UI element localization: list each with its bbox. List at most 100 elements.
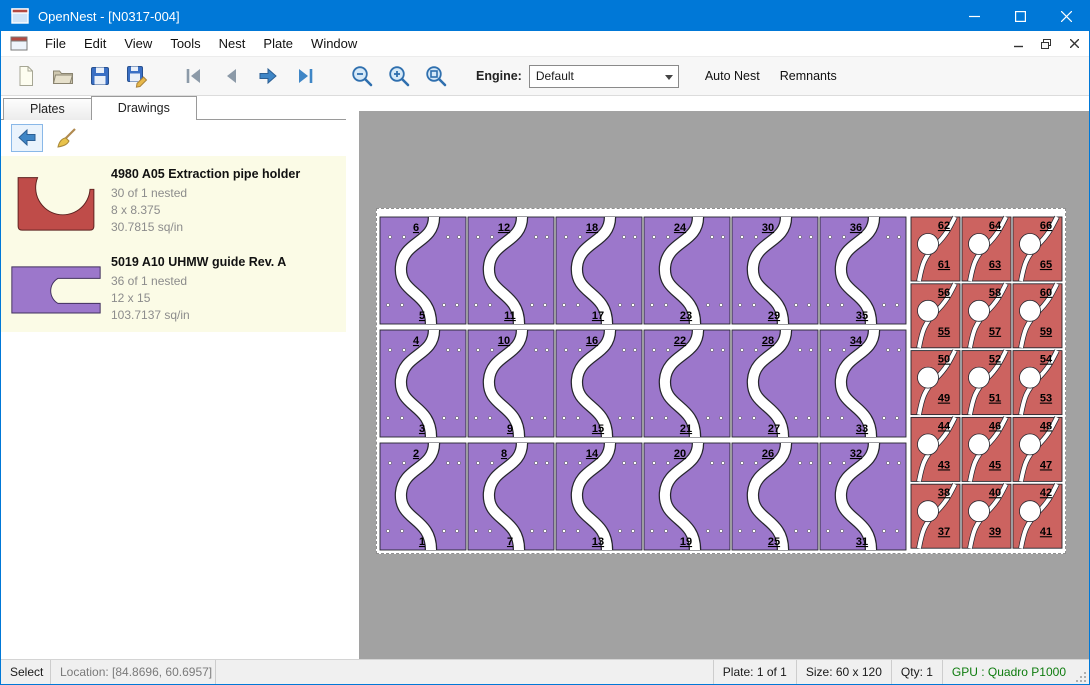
main-toolbar: Engine: Default Auto Nest Remnants [1, 57, 1089, 96]
svg-text:27: 27 [768, 423, 780, 435]
plate-svg[interactable]: 6512111817242330293635431091615222128273… [376, 208, 1066, 554]
menu-item-tools[interactable]: Tools [161, 31, 209, 57]
save-icon [88, 64, 112, 88]
last-plate-button[interactable] [288, 60, 322, 92]
remnants-button[interactable]: Remnants [770, 61, 847, 91]
svg-text:39: 39 [989, 526, 1001, 538]
panel-splitter[interactable] [346, 96, 359, 659]
menu-item-nest[interactable]: Nest [210, 31, 255, 57]
auto-nest-button[interactable]: Auto Nest [695, 61, 770, 91]
close-button[interactable] [1043, 1, 1089, 31]
svg-text:25: 25 [768, 536, 780, 548]
nesting-canvas[interactable]: 6512111817242330293635431091615222128273… [359, 111, 1089, 659]
nested-part-pair-purple: 1615 [556, 330, 642, 437]
first-plate-button[interactable] [177, 60, 211, 92]
nested-part-pair-red: 3837 [911, 484, 960, 548]
tab-plates[interactable]: Plates [3, 98, 92, 120]
nested-part-pair-red: 4039 [962, 484, 1011, 548]
nested-part-pair-purple: 3231 [820, 443, 906, 550]
status-spacer [216, 660, 713, 684]
menu-item-view[interactable]: View [115, 31, 161, 57]
nested-part-pair-purple: 65 [380, 217, 466, 324]
zoom-out-button[interactable] [345, 60, 379, 92]
drawings-panel: 4980 A05 Extraction pipe holder 30 of 1 … [1, 119, 346, 659]
svg-text:48: 48 [1040, 420, 1052, 432]
new-file-icon [14, 64, 38, 88]
svg-text:43: 43 [938, 459, 950, 471]
svg-text:62: 62 [938, 220, 950, 232]
zoom-fit-icon [423, 63, 449, 89]
maximize-button[interactable] [997, 1, 1043, 31]
svg-text:57: 57 [989, 326, 1001, 338]
zoom-in-button[interactable] [382, 60, 416, 92]
engine-label: Engine: [476, 69, 522, 83]
svg-text:13: 13 [592, 536, 604, 548]
part-nested-count: 36 of 1 nested [111, 273, 346, 290]
mdi-restore-icon [1041, 39, 1051, 49]
nested-part-pair-purple: 1211 [468, 217, 554, 324]
part-size: 12 x 15 [111, 290, 346, 307]
mdi-restore-button[interactable] [1033, 33, 1059, 55]
import-drawing-button[interactable] [11, 124, 43, 152]
next-plate-button[interactable] [251, 60, 285, 92]
nested-part-pair-red: 6665 [1013, 217, 1062, 281]
svg-text:7: 7 [507, 536, 513, 548]
svg-text:2: 2 [413, 448, 419, 460]
minimize-button[interactable] [951, 1, 997, 31]
svg-text:11: 11 [504, 310, 516, 322]
svg-text:28: 28 [762, 335, 774, 347]
svg-text:41: 41 [1040, 526, 1052, 538]
nested-part-pair-red: 5655 [911, 284, 960, 348]
part-area: 30.7815 sq/in [111, 219, 346, 236]
clear-drawings-button[interactable] [51, 124, 83, 152]
drawing-list-item-1[interactable]: 4980 A05 Extraction pipe holder 30 of 1 … [1, 156, 346, 244]
mdi-close-button[interactable] [1061, 33, 1087, 55]
resize-grip[interactable] [1075, 660, 1089, 684]
zoom-fit-button[interactable] [419, 60, 453, 92]
nested-part-pair-purple: 43 [380, 330, 466, 437]
svg-text:33: 33 [856, 423, 868, 435]
nested-part-pair-purple: 2221 [644, 330, 730, 437]
engine-select[interactable]: Default [529, 65, 679, 88]
panel-tabstrip: Plates Drawings [1, 96, 346, 120]
part-title: 5019 A10 UHMW guide Rev. A [111, 255, 346, 269]
svg-text:30: 30 [762, 222, 774, 234]
menu-item-window[interactable]: Window [302, 31, 366, 57]
new-button[interactable] [9, 60, 43, 92]
drawing-list-item-2[interactable]: 5019 A10 UHMW guide Rev. A 36 of 1 neste… [1, 244, 346, 332]
minimize-icon [969, 11, 980, 22]
mdi-minimize-button[interactable] [1005, 33, 1031, 55]
status-location: Location: [84.8696, 60.6957] [51, 660, 216, 684]
previous-plate-button[interactable] [214, 60, 248, 92]
nested-part-pair-red: 6261 [911, 217, 960, 281]
nested-part-pair-red: 4847 [1013, 417, 1062, 481]
tab-drawings[interactable]: Drawings [91, 96, 197, 120]
svg-text:15: 15 [592, 423, 604, 435]
menu-item-edit[interactable]: Edit [75, 31, 115, 57]
svg-text:44: 44 [938, 420, 951, 432]
nested-part-pair-purple: 87 [468, 443, 554, 550]
svg-text:29: 29 [768, 310, 780, 322]
open-button[interactable] [46, 60, 80, 92]
svg-text:3: 3 [419, 423, 425, 435]
status-qty: Qty: 1 [891, 660, 942, 684]
save-as-button[interactable] [120, 60, 154, 92]
menu-item-plate[interactable]: Plate [254, 31, 302, 57]
status-bar: Select Location: [84.8696, 60.6957] Plat… [1, 659, 1089, 684]
svg-text:66: 66 [1040, 220, 1052, 232]
nav-next-icon [256, 64, 280, 88]
svg-text:14: 14 [586, 448, 599, 460]
menu-item-file[interactable]: File [36, 31, 75, 57]
svg-text:31: 31 [856, 536, 868, 548]
status-plate-size: Size: 60 x 120 [796, 660, 891, 684]
svg-text:63: 63 [989, 259, 1001, 271]
chevron-down-icon [665, 75, 673, 80]
maximize-icon [1015, 11, 1026, 22]
broom-icon [56, 127, 78, 149]
close-icon [1061, 11, 1072, 22]
nested-part-pair-purple: 3635 [820, 217, 906, 324]
svg-text:64: 64 [989, 220, 1002, 232]
resize-grip-icon [1076, 671, 1087, 682]
svg-text:38: 38 [938, 487, 950, 499]
save-button[interactable] [83, 60, 117, 92]
